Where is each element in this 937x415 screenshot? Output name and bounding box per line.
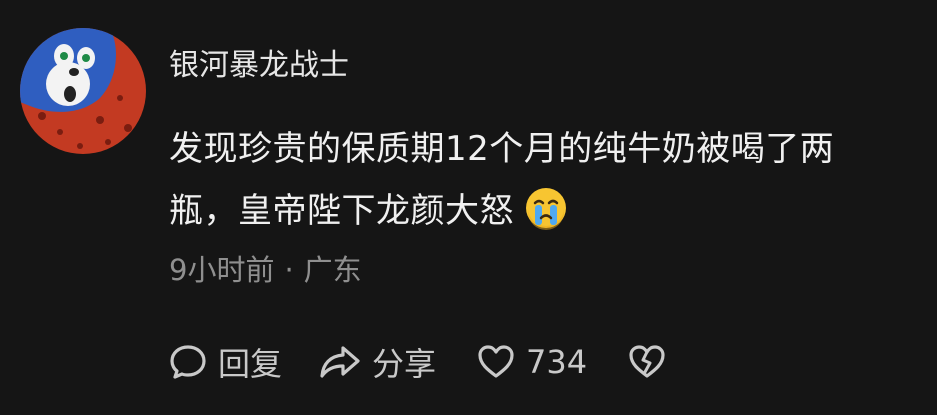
like-count: 734 xyxy=(526,343,588,381)
share-label: 分享 xyxy=(372,345,437,383)
reply-button[interactable]: 回复 xyxy=(168,339,282,385)
reply-icon xyxy=(170,345,206,379)
timestamp: 9小时前 xyxy=(169,253,275,287)
meta-separator: · xyxy=(284,253,294,287)
share-button[interactable]: 分享 xyxy=(318,339,436,385)
comment-item: 银河暴龙战士 发现珍贵的保质期12个月的纯牛奶被喝了两 瓶，皇帝陛下龙颜大怒 9… xyxy=(0,0,937,415)
comment-text-segment: 瓶，皇帝陛下龙颜大怒 xyxy=(169,191,514,231)
comment-text-line: 发现珍贵的保质期12个月的纯牛奶被喝了两 xyxy=(169,129,835,169)
location: 广东 xyxy=(303,253,362,287)
username[interactable]: 银河暴龙战士 xyxy=(169,44,349,88)
heart-icon xyxy=(478,345,514,378)
dislike-button[interactable] xyxy=(627,342,667,382)
avatar[interactable] xyxy=(20,28,146,154)
broken-heart-icon xyxy=(629,345,665,378)
share-icon xyxy=(320,346,360,378)
reply-label: 回复 xyxy=(218,345,283,383)
comment-actions: 回复 分享 734 xyxy=(168,336,667,388)
comment-text: 发现珍贵的保质期12个月的纯牛奶被喝了两 瓶，皇帝陛下龙颜大怒 xyxy=(169,118,929,242)
comment-meta: 9小时前 · 广东 xyxy=(169,250,362,290)
avatar-image xyxy=(20,28,146,154)
crying-face-icon xyxy=(524,186,568,230)
like-button[interactable]: 734 xyxy=(476,342,587,382)
comment-text-line: 瓶，皇帝陛下龙颜大怒 xyxy=(169,180,929,242)
